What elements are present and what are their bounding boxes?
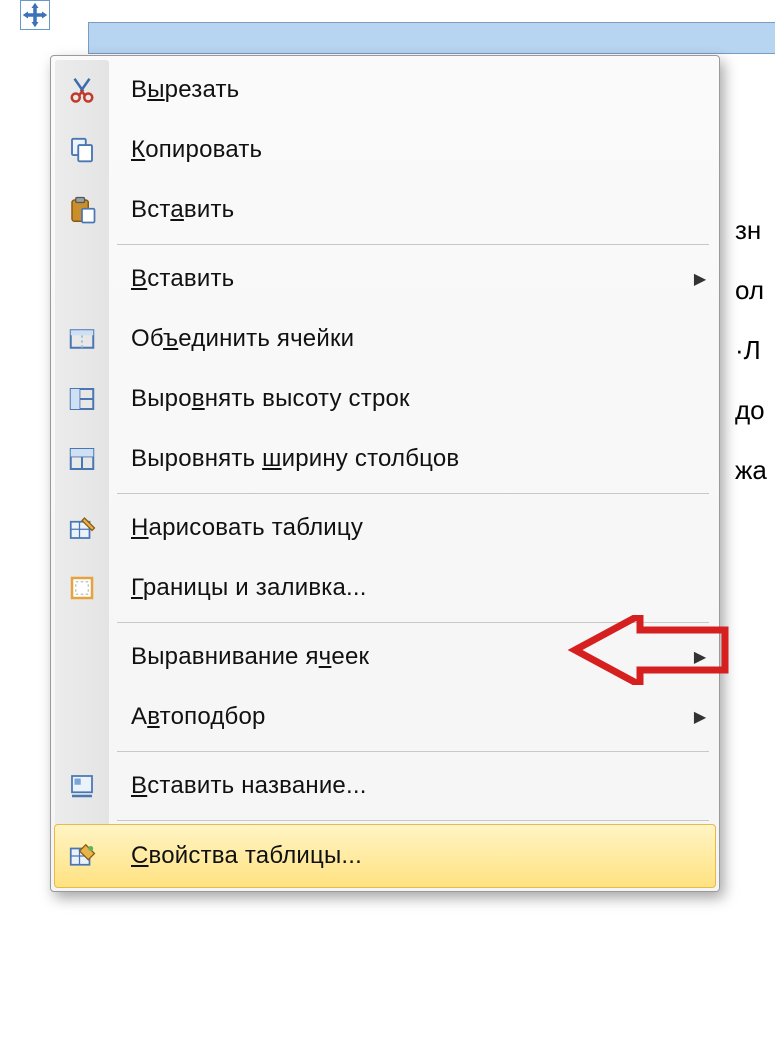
menu-item-label: Нарисовать таблицу: [109, 514, 715, 542]
submenu-arrow-icon: ▶: [685, 269, 715, 289]
menu-item-label: Вставить: [109, 196, 715, 224]
menu-item-draw-table[interactable]: Нарисовать таблицу: [55, 498, 715, 558]
table-context-menu: Вырезать Копировать Вставить Вставить ▶ …: [50, 55, 720, 892]
merge-cells-icon: [55, 309, 109, 369]
blank-icon: [55, 687, 109, 747]
menu-item-distribute-rows[interactable]: Выровнять высоту строк: [55, 369, 715, 429]
menu-separator: [117, 622, 709, 623]
borders-icon: [55, 558, 109, 618]
table-properties-icon: [55, 825, 109, 887]
menu-item-borders-and-shading[interactable]: Границы и заливка...: [55, 558, 715, 618]
menu-item-autofit[interactable]: Автоподбор ▶: [55, 687, 715, 747]
distribute-columns-icon: [55, 429, 109, 489]
menu-item-label: Вставить название...: [109, 772, 715, 800]
cut-icon: [55, 60, 109, 120]
menu-item-merge-cells[interactable]: Объединить ячейки: [55, 309, 715, 369]
menu-item-label: Свойства таблицы...: [109, 842, 715, 870]
menu-item-label: Выравнивание ячеек: [109, 643, 685, 671]
menu-item-label: Объединить ячейки: [109, 325, 715, 353]
menu-item-label: Вставить: [109, 265, 685, 293]
menu-item-copy[interactable]: Копировать: [55, 120, 715, 180]
menu-item-label: Выровнять высоту строк: [109, 385, 715, 413]
menu-separator: [117, 244, 709, 245]
menu-separator: [117, 751, 709, 752]
menu-item-label: Автоподбор: [109, 703, 685, 731]
menu-separator: [117, 493, 709, 494]
menu-item-label: Выровнять ширину столбцов: [109, 445, 715, 473]
draw-table-icon: [55, 498, 109, 558]
menu-item-paste[interactable]: Вставить: [55, 180, 715, 240]
menu-item-distribute-columns[interactable]: Выровнять ширину столбцов: [55, 429, 715, 489]
menu-item-cut[interactable]: Вырезать: [55, 60, 715, 120]
copy-icon: [55, 120, 109, 180]
menu-item-table-properties[interactable]: Свойства таблицы...: [54, 824, 716, 888]
menu-item-insert[interactable]: Вставить ▶: [55, 249, 715, 309]
background-document-text: зн ол ·Л до жа: [735, 200, 775, 500]
menu-item-label: Границы и заливка...: [109, 574, 715, 602]
blank-icon: [55, 627, 109, 687]
blank-icon: [55, 249, 109, 309]
submenu-arrow-icon: ▶: [685, 707, 715, 727]
menu-item-label: Вырезать: [109, 76, 715, 104]
menu-item-label: Копировать: [109, 136, 715, 164]
menu-separator: [117, 820, 709, 821]
table-move-handle[interactable]: [20, 0, 50, 30]
submenu-arrow-icon: ▶: [685, 647, 715, 667]
caption-icon: [55, 756, 109, 816]
menu-item-cell-alignment[interactable]: Выравнивание ячеек ▶: [55, 627, 715, 687]
paste-icon: [55, 180, 109, 240]
distribute-rows-icon: [55, 369, 109, 429]
menu-item-insert-caption[interactable]: Вставить название...: [55, 756, 715, 816]
table-selection-background: [88, 22, 775, 54]
